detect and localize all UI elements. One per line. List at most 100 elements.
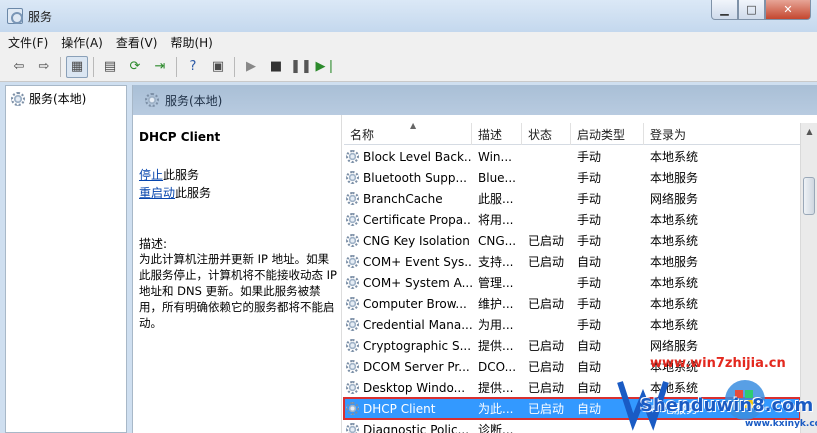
service-name: DHCP Client [363, 401, 436, 416]
service-status-cell: 已启动 [528, 402, 565, 416]
column-header-startup-type[interactable]: 启动类型 [571, 123, 644, 145]
scroll-up-arrow-icon[interactable]: ▲ [801, 123, 817, 140]
menu-help[interactable]: 帮助(H) [170, 34, 212, 51]
gear-icon [346, 318, 359, 331]
service-startup-type-cell: 手动 [577, 171, 602, 185]
service-description-cell: 提供... [478, 339, 514, 353]
service-startup-type-cell: 手动 [577, 213, 602, 227]
restart-service-link[interactable]: 重启动 [139, 186, 175, 200]
service-name-cell: COM+ System A... [344, 276, 472, 290]
help-icon[interactable]: ? [182, 56, 204, 78]
console-tree-icon[interactable]: ▦ [66, 55, 88, 78]
service-description-cell: Win... [478, 149, 512, 164]
service-name: CNG Key Isolation [363, 233, 470, 248]
service-description-cell: CNG... [478, 233, 517, 248]
column-header-status[interactable]: 状态 [522, 123, 571, 145]
service-row[interactable]: Cryptographic S... 提供... 已启动 自动 网络服务 [344, 335, 800, 356]
minimize-button[interactable]: ▁ [711, 0, 738, 20]
window-controls: ▁ □ ✕ [711, 0, 811, 20]
column-header-description[interactable]: 描述 [472, 123, 522, 145]
service-name: Desktop Windo... [363, 380, 466, 395]
tree-item-services-local[interactable]: 服务(本地) [11, 90, 86, 107]
service-name-cell: COM+ Event Sys... [344, 255, 472, 269]
service-row[interactable]: CNG Key Isolation CNG... 已启动 手动 本地系统 [344, 230, 800, 251]
service-log-on-cell: 本地系统 [650, 318, 699, 332]
service-row[interactable]: Certificate Propa... 将用... 手动 本地系统 [344, 209, 800, 230]
service-startup-type-cell: 自动 [577, 255, 602, 269]
service-row[interactable]: COM+ Event Sys... 支持... 已启动 自动 本地服务 [344, 251, 800, 272]
sort-ascending-icon: ▲ [410, 121, 417, 130]
maximize-button[interactable]: □ [738, 0, 765, 20]
service-name: Computer Brow... [363, 296, 467, 311]
service-name-cell: Certificate Propa... [344, 213, 472, 227]
service-description-cell: 此服... [478, 192, 514, 206]
column-header-log-on-as[interactable]: 登录为 [644, 123, 800, 145]
service-log-on-cell: 本地系统 [650, 213, 699, 227]
service-name-cell: Desktop Windo... [344, 381, 472, 395]
service-name-cell: DHCP Client [344, 402, 472, 416]
scrollbar-thumb[interactable] [803, 177, 815, 215]
service-startup-type-cell: 手动 [577, 276, 602, 290]
gear-icon [346, 276, 359, 289]
service-name: COM+ System A... [363, 275, 472, 290]
service-name: Cryptographic S... [363, 338, 472, 353]
tree-item-label: 服务(本地) [29, 92, 87, 106]
properties-icon[interactable]: ▤ [99, 56, 121, 78]
start-service-icon[interactable]: ▶ [240, 56, 262, 78]
window-title: 服务 [28, 10, 53, 24]
gear-icon [346, 234, 359, 247]
stop-service-suffix: 此服务 [163, 168, 200, 182]
service-log-on-cell: 本地系统 [650, 150, 699, 164]
toolbar-separator [60, 56, 61, 77]
service-name: Credential Mana... [363, 317, 472, 332]
service-startup-type-cell: 手动 [577, 192, 602, 206]
refresh-icon[interactable]: ⟳ [124, 56, 146, 78]
service-description-cell: 为用... [478, 318, 514, 332]
service-description-cell: 维护... [478, 297, 514, 311]
export-list-icon[interactable]: ⇥ [149, 56, 171, 78]
service-row[interactable]: Computer Brow... 维护... 已启动 手动 本地系统 [344, 293, 800, 314]
menu-action[interactable]: 操作(A) [61, 34, 103, 51]
menu-view[interactable]: 查看(V) [116, 34, 158, 51]
watermark-site: www.kxinyk.com [745, 419, 817, 429]
service-description-cell: 管理... [478, 276, 514, 290]
stop-service-link[interactable]: 停止 [139, 168, 163, 182]
gear-icon [346, 360, 359, 373]
restart-service-icon[interactable]: ▶❘ [315, 56, 337, 78]
service-name: BranchCache [363, 191, 443, 206]
services-app-icon [7, 8, 23, 24]
column-header-label: 状态 [528, 127, 553, 142]
service-log-on-cell: 本地服务 [650, 255, 699, 269]
menu-file[interactable]: 文件(F) [8, 34, 48, 51]
stop-service-icon[interactable]: ■ [265, 56, 287, 78]
service-log-on-cell: 本地系统 [650, 297, 699, 311]
service-row[interactable]: Block Level Back... Win... 手动 本地系统 [344, 146, 800, 167]
gear-icon [346, 171, 359, 184]
service-status-cell: 已启动 [528, 297, 565, 311]
list-header: ▲ 名称 描述 状态 启动类型 登录为 [344, 121, 800, 145]
pause-service-icon[interactable]: ❚❚ [290, 56, 312, 78]
service-name-cell: Diagnostic Polic... [344, 423, 472, 433]
gear-icon [11, 91, 25, 106]
service-row[interactable]: COM+ System A... 管理... 手动 本地系统 [344, 272, 800, 293]
service-description-cell: 支持... [478, 255, 514, 269]
toolbar-separator [93, 56, 94, 77]
pane-header-label: 服务(本地) [165, 93, 223, 108]
back-icon[interactable]: ⇦ [8, 56, 30, 78]
service-startup-type-cell: 手动 [577, 150, 602, 164]
description-label: 描述: [139, 237, 168, 251]
close-button[interactable]: ✕ [765, 0, 811, 20]
column-header-name[interactable]: ▲ 名称 [344, 121, 472, 145]
service-row[interactable]: Bluetooth Supp... Blue... 手动 本地服务 [344, 167, 800, 188]
service-name-cell: Computer Brow... [344, 297, 472, 311]
menu-bar: 文件(F) 操作(A) 查看(V) 帮助(H) [0, 32, 817, 52]
forward-icon[interactable]: ⇨ [33, 56, 55, 78]
service-row[interactable]: BranchCache 此服... 手动 网络服务 [344, 188, 800, 209]
show-hide-action-pane-icon[interactable]: ▣ [207, 56, 229, 78]
gear-icon [346, 381, 359, 394]
service-row[interactable]: Credential Mana... 为用... 手动 本地系统 [344, 314, 800, 335]
description-text: 为此计算机注册并更新 IP 地址。如果此服务停止，计算机将不能接收动态 IP 地… [139, 252, 337, 330]
service-name-cell: Cryptographic S... [344, 339, 472, 353]
service-startup-type-cell: 自动 [577, 339, 602, 353]
console-tree: 服务(本地) [5, 85, 127, 433]
